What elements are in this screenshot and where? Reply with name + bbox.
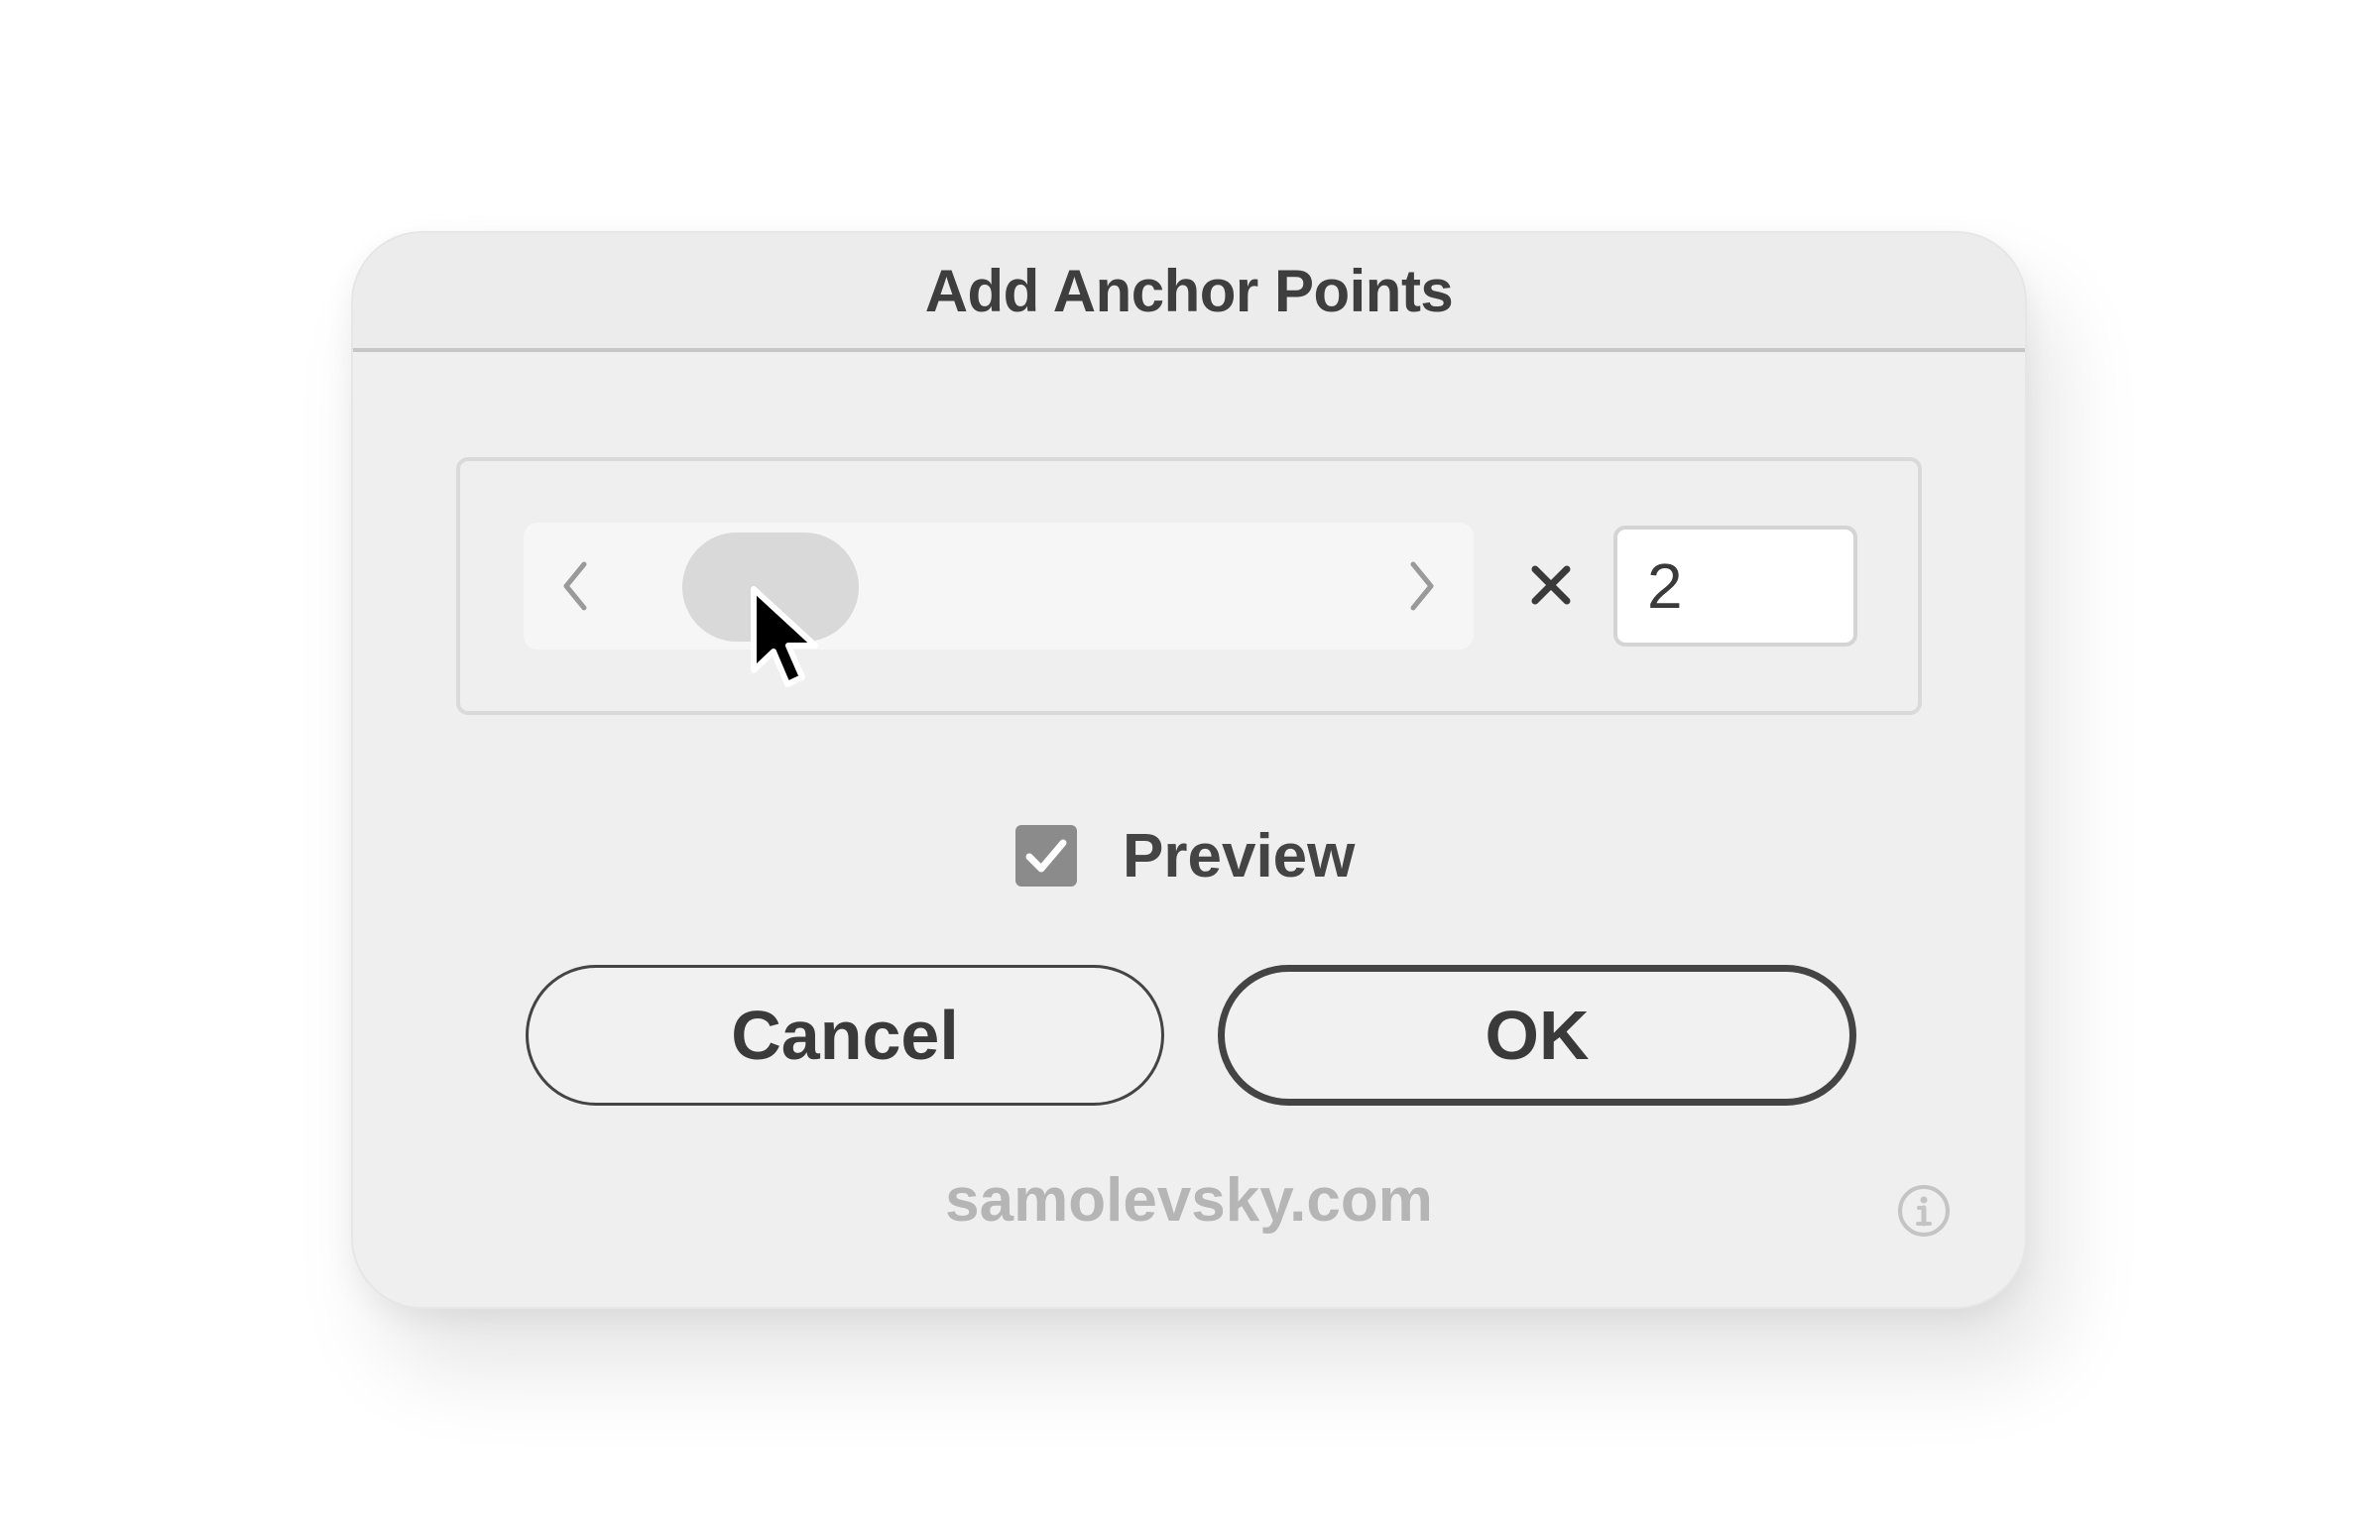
footer-website-label: samolevsky.com (945, 1166, 1433, 1235)
add-anchor-points-dialog: Add Anchor Points 2 Preview Cancel OK sa… (351, 231, 2027, 1309)
cancel-button[interactable]: Cancel (526, 965, 1164, 1106)
dialog-titlebar: Add Anchor Points (353, 233, 2025, 352)
multiplier-group (456, 457, 1922, 715)
multiplier-input[interactable] (1613, 526, 1857, 647)
multiplier-slider[interactable] (524, 523, 1474, 650)
multiply-icon (1521, 550, 1581, 620)
chevron-left-icon[interactable] (545, 556, 605, 616)
slider-thumb[interactable] (682, 533, 859, 642)
preview-label: Preview (1123, 821, 1356, 890)
ok-button[interactable]: OK (1218, 965, 1856, 1106)
info-icon[interactable] (1896, 1183, 1952, 1239)
preview-checkbox[interactable] (1015, 825, 1077, 887)
dialog-title: Add Anchor Points (924, 257, 1454, 324)
chevron-right-icon[interactable] (1392, 556, 1452, 616)
preview-toggle[interactable]: Preview (1015, 806, 1355, 905)
checkmark-icon (1025, 839, 1067, 873)
